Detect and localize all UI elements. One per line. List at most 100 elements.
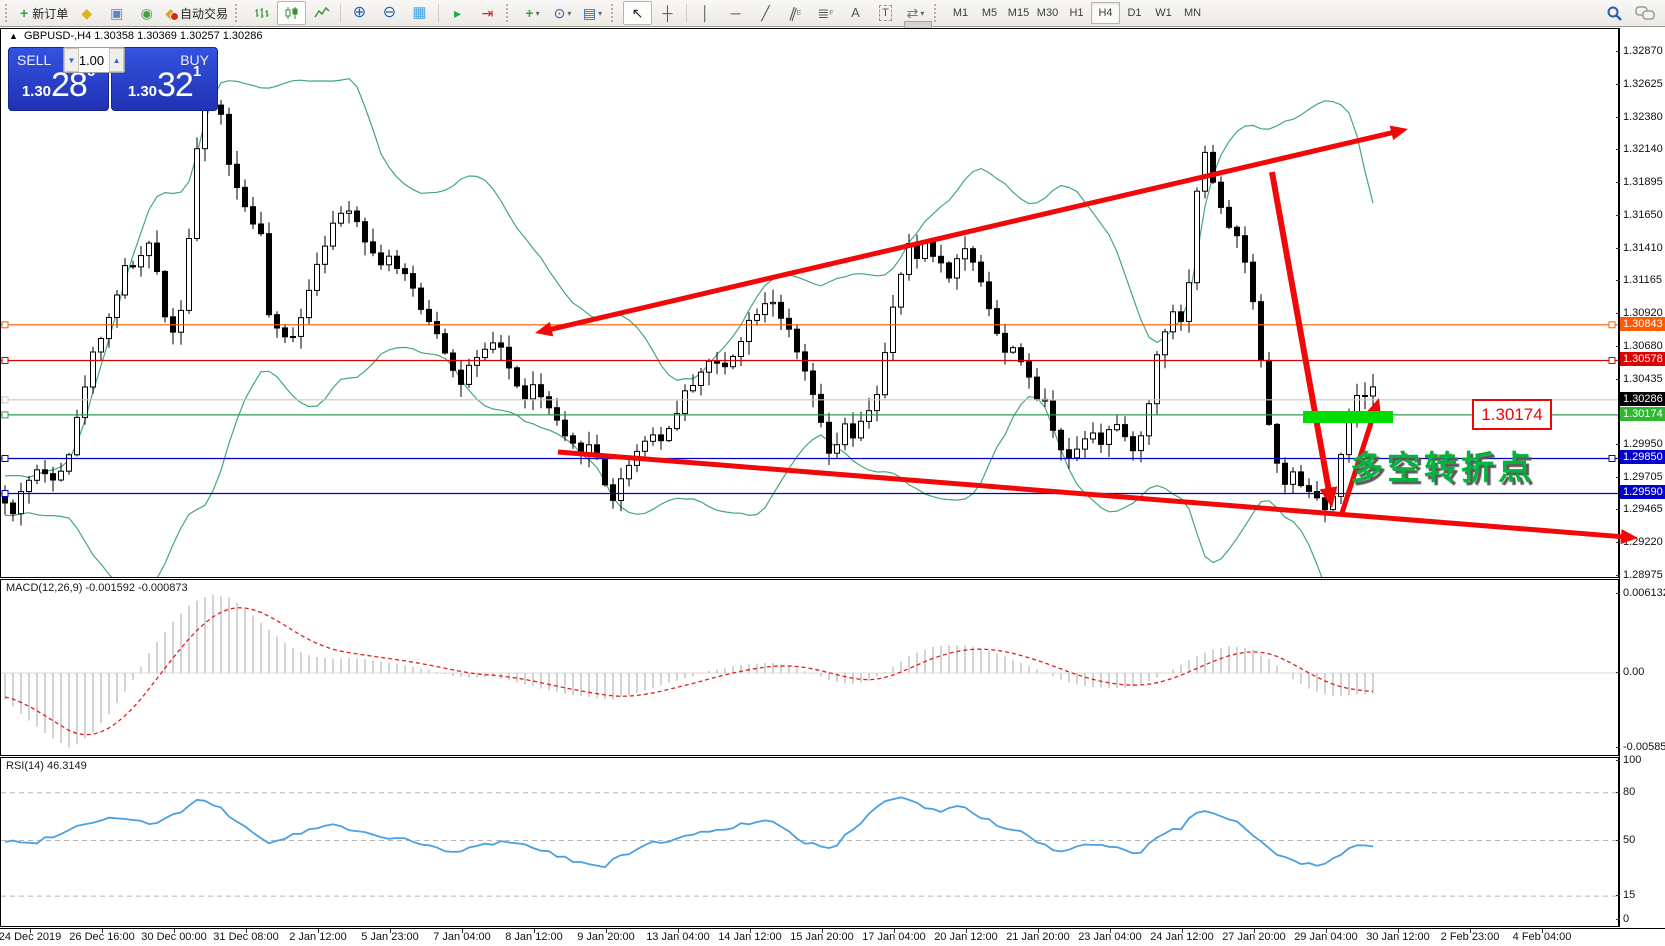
macd-tick-label: -0.00585 <box>1623 741 1665 753</box>
arrows-shapes-icon: ⇄ <box>907 6 919 20</box>
chevron-down-icon: ▾ <box>598 9 602 18</box>
charts-window-button[interactable]: ▣ <box>102 1 131 25</box>
collapse-trade-panel-icon[interactable]: ▲ <box>9 31 18 41</box>
chevron-down-icon: ▾ <box>536 9 540 18</box>
price-callout-box[interactable]: 1.30174 <box>1472 399 1552 430</box>
timeframe-h4[interactable]: H4 <box>1091 2 1120 24</box>
cursor-button[interactable]: ↖ <box>623 1 652 25</box>
timeframe-group: M1M5M15M30H1H4D1W1MN <box>946 2 1207 24</box>
signals-button[interactable]: ◉ <box>132 1 161 25</box>
toolbar-grip[interactable] <box>235 4 243 22</box>
zoom-in-icon: ⊕ <box>353 6 366 20</box>
candlestick-chart-icon <box>284 5 300 21</box>
timeframe-m15[interactable]: M15 <box>1004 2 1033 24</box>
horizontal-line-button[interactable]: ─ <box>721 1 750 25</box>
tick-mark <box>822 929 823 933</box>
crosshair-button[interactable]: ┼ <box>653 1 682 25</box>
rsi-tick-label: 15 <box>1623 889 1635 901</box>
chart-title-ohlc: GBPUSD-,H4 1.30358 1.30369 1.30257 1.302… <box>24 30 263 42</box>
templates-button[interactable]: ▤▾ <box>578 1 607 25</box>
tick-mark <box>1616 672 1620 673</box>
tick-mark <box>1254 929 1255 933</box>
toolbar-grip[interactable] <box>506 4 514 22</box>
indicators-icon: + <box>525 6 533 20</box>
timeframe-m5[interactable]: M5 <box>975 2 1004 24</box>
chevron-down-icon: ▾ <box>920 9 924 18</box>
tick-mark <box>1616 895 1620 896</box>
macd-plot <box>1 580 1618 755</box>
text-button[interactable]: A <box>841 1 870 25</box>
toolbar-grip[interactable] <box>5 4 13 22</box>
toolbar-grip[interactable] <box>611 4 619 22</box>
zoom-out-icon: ⊖ <box>383 6 396 20</box>
price-tick-label: 1.28975 <box>1623 569 1663 581</box>
tick-mark <box>1616 919 1620 920</box>
timeframe-m30[interactable]: M30 <box>1033 2 1062 24</box>
rsi-tick-label: 50 <box>1623 834 1635 846</box>
channel-button[interactable]: ∥E <box>781 1 810 25</box>
candlestick-chart-button[interactable] <box>277 1 306 25</box>
text-icon: A <box>851 6 860 20</box>
volume-control: ▼ 1.00 ▲ <box>63 47 125 73</box>
tick-mark <box>1616 840 1620 841</box>
cursor-icon: ↖ <box>632 6 644 20</box>
tile-windows-button[interactable]: ▦ <box>405 1 434 25</box>
reversal-point-note[interactable]: 多空转折点 <box>1350 441 1535 489</box>
zoom-in-button[interactable]: ⊕ <box>345 1 374 25</box>
rsi-tick-label: 0 <box>1623 913 1629 925</box>
volume-decrease-button[interactable]: ▼ <box>64 48 79 72</box>
bar-chart-button[interactable] <box>247 1 276 25</box>
rsi-pane[interactable]: RSI(14) 46.3149 <box>0 757 1619 927</box>
timeframe-h1[interactable]: H1 <box>1062 2 1091 24</box>
template-icon: ▤ <box>583 6 596 20</box>
text-label-icon: T <box>879 5 892 21</box>
styles-button[interactable]: ◆ <box>72 1 101 25</box>
price-tick-label: 1.29465 <box>1623 503 1663 515</box>
periods-button[interactable]: ⊙▾ <box>548 1 577 25</box>
tick-mark <box>1616 248 1620 249</box>
line-chart-icon <box>314 5 330 21</box>
fibonacci-button[interactable]: ≣F <box>811 1 840 25</box>
tick-mark <box>1616 444 1620 445</box>
auto-trading-button[interactable]: ◆ 自动交易 <box>162 1 231 25</box>
price-chart-pane[interactable] <box>0 28 1619 578</box>
timeframe-d1[interactable]: D1 <box>1120 2 1149 24</box>
chat-button[interactable] <box>1630 1 1659 25</box>
rsi-tick-label: 80 <box>1623 786 1635 798</box>
trendline-button[interactable]: ╱ <box>751 1 780 25</box>
macd-tick-label: 0.006132 <box>1623 587 1665 599</box>
tile-windows-icon: ▦ <box>412 6 426 20</box>
buy-button[interactable]: BUY 1.30321 <box>111 47 218 111</box>
new-order-button[interactable]: + 新订单 <box>17 1 71 25</box>
price-axis[interactable]: 1.328701.326251.323801.321401.318951.316… <box>1619 28 1665 927</box>
tick-mark <box>174 929 175 933</box>
line-chart-button[interactable] <box>307 1 336 25</box>
tick-mark <box>1616 313 1620 314</box>
mt4-window: + 新订单 ◆ ▣ ◉ ◆ 自动交易 ⊕ ⊖ ▦ ▸ ⇥ +▾ ⊙▾ ▤▾ ↖ <box>0 0 1665 946</box>
price-tick-label: 1.31895 <box>1623 176 1663 188</box>
chart-shift-icon: ⇥ <box>482 6 494 20</box>
timeframe-mn[interactable]: MN <box>1178 2 1207 24</box>
new-order-icon: + <box>20 6 28 20</box>
chevron-down-icon: ▾ <box>567 9 571 18</box>
zoom-out-button[interactable]: ⊖ <box>375 1 404 25</box>
search-button[interactable] <box>1600 1 1629 25</box>
volume-input[interactable]: 1.00 <box>79 48 109 72</box>
macd-tick-label: 0.00 <box>1623 666 1644 678</box>
toolbar-splitter[interactable] <box>904 21 932 28</box>
support-zone-bar[interactable] <box>1303 411 1393 423</box>
tick-mark <box>1616 477 1620 478</box>
vertical-line-button[interactable]: │ <box>691 1 720 25</box>
macd-pane[interactable]: MACD(12,26,9) -0.001592 -0.000873 <box>0 579 1619 756</box>
toolbar-grip[interactable] <box>934 4 942 22</box>
tick-mark <box>30 929 31 933</box>
volume-increase-button[interactable]: ▲ <box>109 48 124 72</box>
timeframe-w1[interactable]: W1 <box>1149 2 1178 24</box>
rsi-tick-label: 100 <box>1623 754 1641 766</box>
text-label-button[interactable]: T <box>871 1 900 25</box>
indicators-button[interactable]: +▾ <box>518 1 547 25</box>
chart-shift-button[interactable]: ⇥ <box>473 1 502 25</box>
auto-scroll-button[interactable]: ▸ <box>443 1 472 25</box>
time-axis[interactable]: 24 Dec 201926 Dec 16:0030 Dec 00:0031 De… <box>0 928 1665 946</box>
timeframe-m1[interactable]: M1 <box>946 2 975 24</box>
